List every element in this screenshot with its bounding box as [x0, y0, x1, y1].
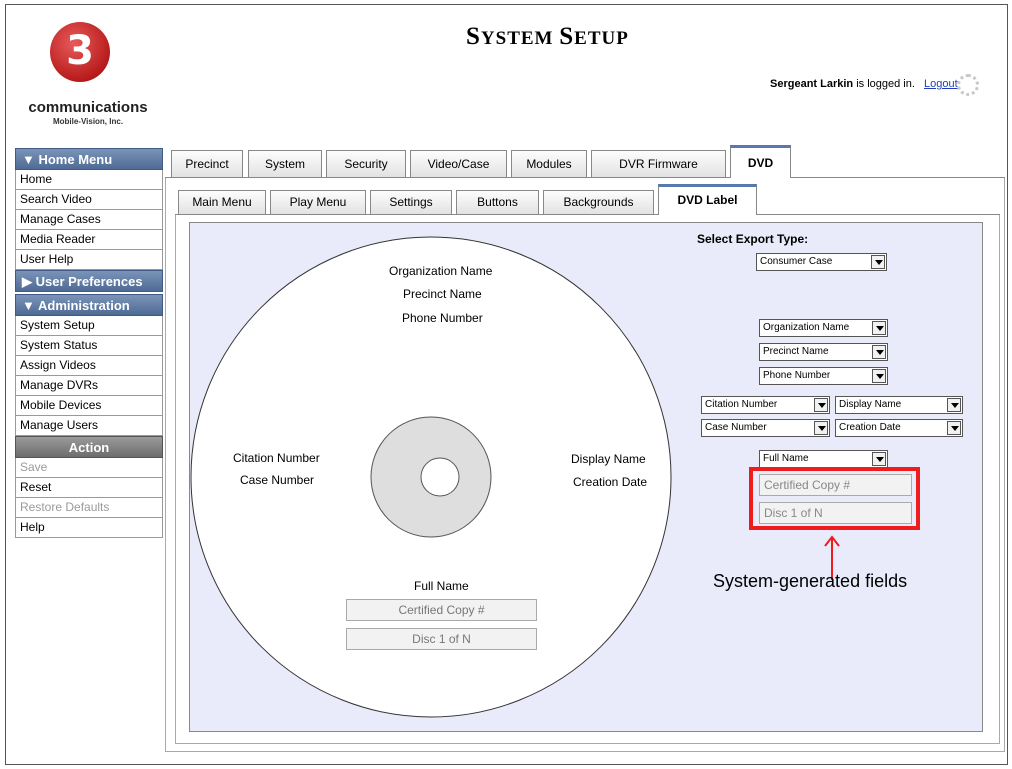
phone-number-select[interactable]: Phone Number [759, 367, 888, 385]
disc-phone-number: Phone Number [402, 311, 483, 325]
case-number-select[interactable]: Case Number [701, 419, 830, 437]
precinct-name-select[interactable]: Precinct Name [759, 343, 888, 361]
dropdown-arrow-icon [872, 321, 886, 335]
dropdown-arrow-icon [947, 398, 961, 412]
dropdown-arrow-icon [872, 345, 886, 359]
disc-case-number: Case Number [240, 473, 315, 487]
export-type-select[interactable]: Consumer Case [756, 253, 887, 271]
disc-display-name: Display Name [571, 452, 646, 466]
creation-date-select[interactable]: Creation Date [835, 419, 963, 437]
disc-org-name: Organization Name [389, 264, 493, 278]
display-name-select[interactable]: Display Name [835, 396, 963, 414]
callout-text: System-generated fields [713, 571, 908, 591]
org-name-select[interactable]: Organization Name [759, 319, 888, 337]
dropdown-arrow-icon [872, 369, 886, 383]
full-name-select[interactable]: Full Name [759, 450, 888, 468]
system-generated-highlight [749, 467, 920, 530]
dropdown-arrow-icon [871, 255, 885, 269]
disc-disc-count: Disc 1 of N [346, 628, 537, 650]
dropdown-arrow-icon [872, 452, 886, 466]
disc-certified-copy: Certified Copy # [346, 599, 537, 621]
disc-full-name: Full Name [414, 579, 469, 593]
citation-number-select[interactable]: Citation Number [701, 396, 830, 414]
dropdown-arrow-icon [814, 421, 828, 435]
dropdown-arrow-icon [814, 398, 828, 412]
disc-precinct-name: Precinct Name [403, 287, 482, 301]
disc-creation-date: Creation Date [573, 475, 648, 489]
export-type-label: Select Export Type: [697, 232, 809, 246]
disc-hole [420, 457, 460, 497]
disc-citation-number: Citation Number [233, 451, 320, 465]
dropdown-arrow-icon [947, 421, 961, 435]
